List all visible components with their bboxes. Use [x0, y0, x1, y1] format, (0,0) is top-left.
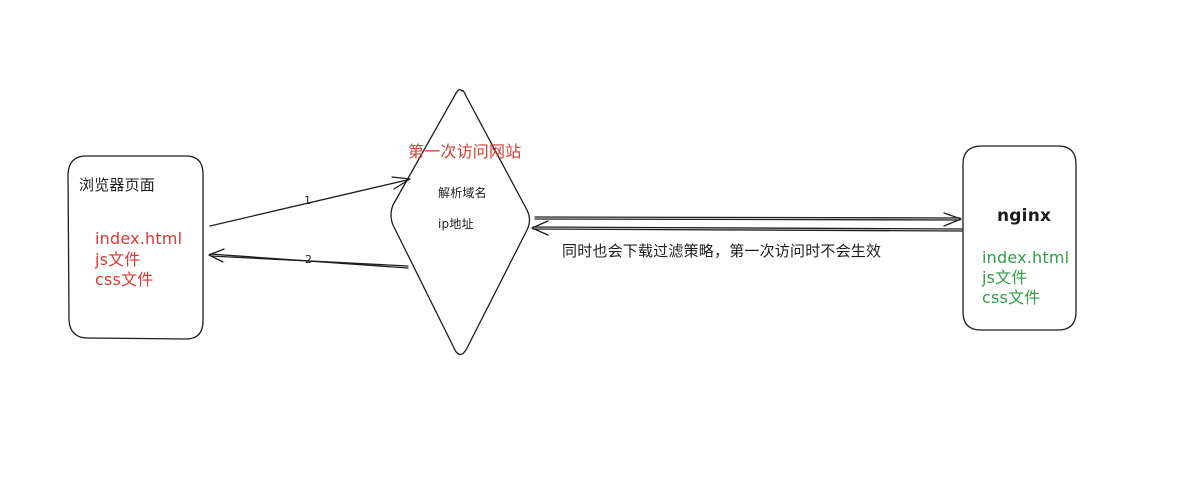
nginx-file-js: js文件 — [982, 268, 1028, 287]
browser-file-js: js文件 — [95, 250, 141, 269]
browser-title: 浏览器页面 — [79, 176, 156, 194]
dns-line-ip: ip地址 — [438, 217, 474, 231]
diagram-canvas: 浏览器页面 index.html js文件 css文件 1 2 第一次访问网站 … — [0, 0, 1178, 482]
browser-file-index: index.html — [95, 229, 183, 248]
dns-line-resolve: 解析域名 — [438, 186, 487, 200]
arrow-request-label: 1 — [304, 194, 312, 207]
arrow-response-label: 2 — [305, 253, 313, 266]
nginx-file-index: index.html — [982, 248, 1070, 267]
filter-policy-note: 同时也会下载过滤策略，第一次访问时不会生效 — [562, 242, 882, 260]
browser-file-css: css文件 — [95, 270, 154, 289]
nginx-title: nginx — [997, 206, 1052, 226]
dns-heading: 第一次访问网站 — [408, 142, 522, 161]
nginx-file-css: css文件 — [982, 288, 1041, 307]
arrow-dns-nginx — [531, 212, 963, 236]
